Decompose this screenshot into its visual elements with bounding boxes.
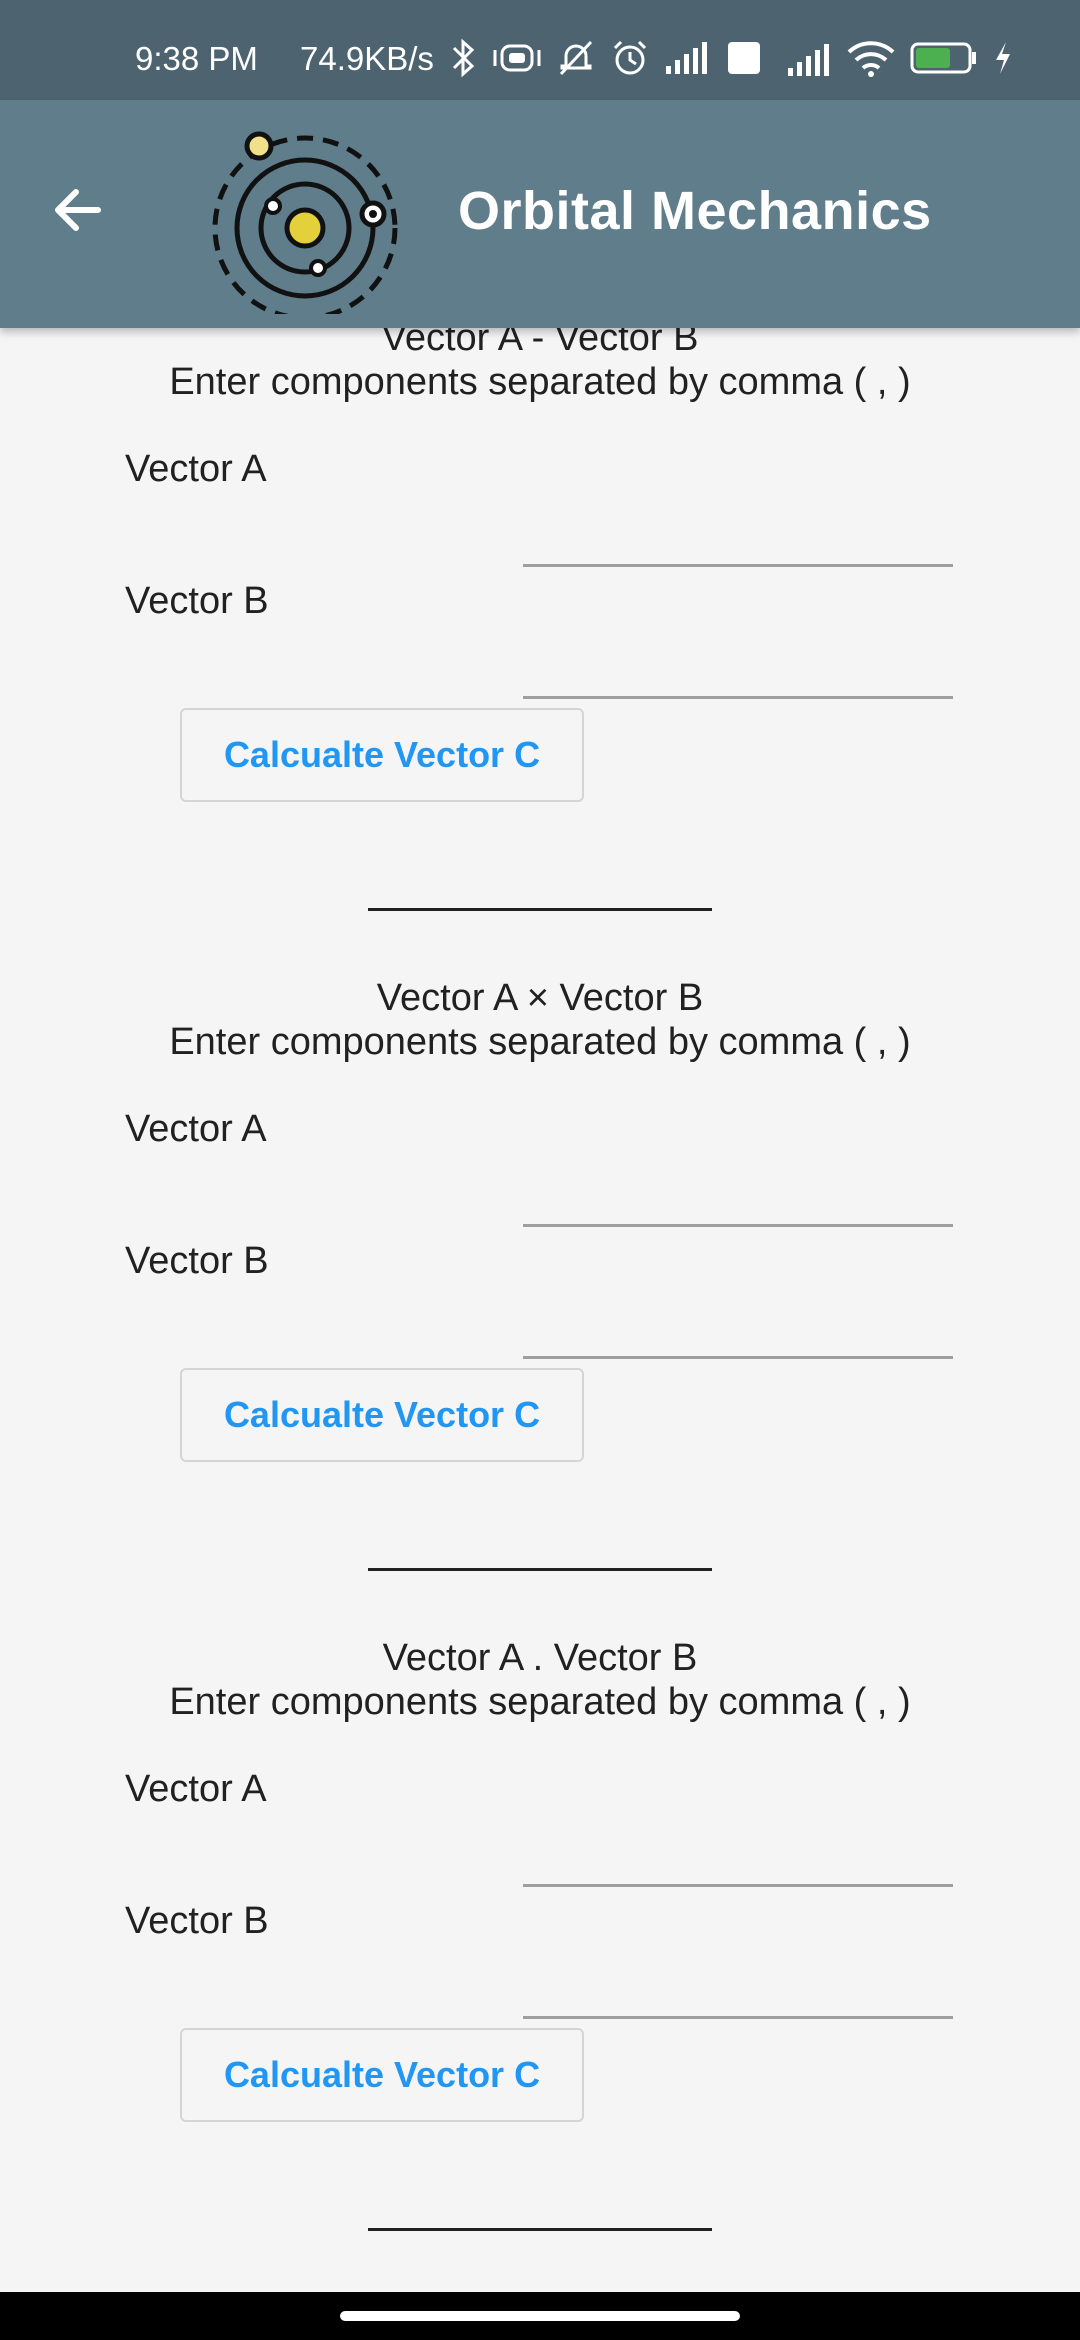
- section-instructions: Enter components separated by comma ( , …: [169, 1681, 911, 1723]
- vector-cross-product-section: Vector A × Vector B Enter components sep…: [0, 977, 1080, 1648]
- content-scroll[interactable]: Vector A - Vector B Enter components sep…: [0, 328, 1080, 2292]
- status-time: 9:38 PM: [135, 40, 258, 77]
- vector-a-input[interactable]: [523, 1824, 953, 1887]
- vector-b-input[interactable]: [523, 1956, 953, 2019]
- section-divider: [368, 2228, 712, 2231]
- calculate-vector-c-button[interactable]: Calcualte Vector C: [180, 2028, 584, 2122]
- vector-a-input[interactable]: [523, 504, 953, 567]
- section-instructions: Enter components separated by comma ( , …: [169, 361, 911, 403]
- vector-a-label: Vector A: [125, 1108, 267, 1150]
- section-title: Vector A . Vector B: [382, 1637, 698, 1679]
- app-title: Orbital Mechanics: [458, 181, 932, 241]
- home-indicator[interactable]: [340, 2311, 740, 2321]
- vector-b-label: Vector B: [125, 580, 269, 622]
- mute-icon: [556, 38, 596, 78]
- section-divider: [368, 1568, 712, 1571]
- vector-subtraction-section: Vector A - Vector B Enter components sep…: [0, 328, 1080, 988]
- vector-a-input[interactable]: [523, 1164, 953, 1227]
- solar-system-icon: [205, 114, 405, 321]
- vector-b-label: Vector B: [125, 1240, 269, 1282]
- battery-icon: [910, 40, 978, 76]
- section-instructions: Enter components separated by comma ( , …: [169, 1021, 911, 1063]
- charging-icon: [992, 40, 1014, 76]
- section-title: Vector A - Vector B: [381, 328, 699, 359]
- vector-a-label: Vector A: [125, 1768, 267, 1810]
- wifi-icon: [846, 38, 896, 78]
- vector-b-input[interactable]: [523, 636, 953, 699]
- status-icons: [450, 38, 1014, 78]
- volte-icon: [726, 40, 762, 76]
- vector-b-input[interactable]: [523, 1296, 953, 1359]
- navigation-bar: [0, 2292, 1080, 2340]
- section-divider: [368, 908, 712, 911]
- vibrate-icon: [492, 38, 542, 78]
- section-title: Vector A × Vector B: [376, 977, 704, 1019]
- vector-dot-product-section: Vector A . Vector B Enter components sep…: [0, 1637, 1080, 2292]
- status-bar: 9:38 PM 74.9KB/s: [0, 0, 1080, 100]
- calculate-vector-c-button[interactable]: Calcualte Vector C: [180, 1368, 584, 1462]
- app-bar: Orbital Mechanics: [0, 100, 1080, 328]
- signal-icon: [664, 40, 712, 76]
- vector-a-label: Vector A: [125, 448, 267, 490]
- signal-4g-icon: [776, 38, 832, 78]
- calculate-vector-c-button[interactable]: Calcualte Vector C: [180, 708, 584, 802]
- alarm-icon: [610, 38, 650, 78]
- bluetooth-icon: [450, 38, 478, 78]
- arrow-left-icon[interactable]: [48, 180, 108, 240]
- status-network-speed: 74.9KB/s: [300, 40, 434, 77]
- vector-b-label: Vector B: [125, 1900, 269, 1942]
